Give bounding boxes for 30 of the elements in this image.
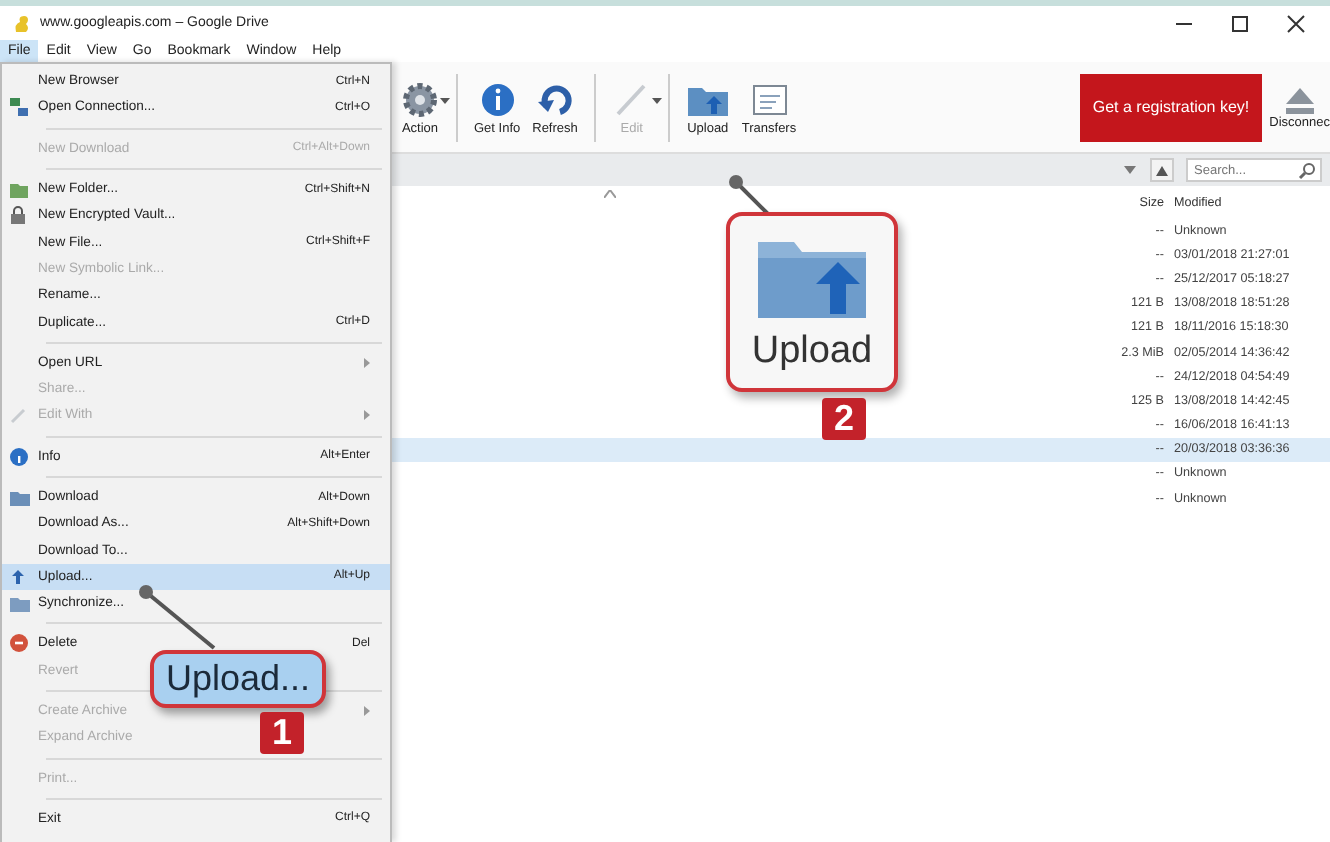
info-icon — [477, 80, 518, 120]
parent-folder-button[interactable] — [1150, 158, 1174, 182]
callout-label: Upload — [751, 330, 873, 374]
leader-line — [728, 174, 772, 216]
dropdown-caret-icon[interactable] — [1122, 164, 1138, 176]
folder-icon — [10, 489, 30, 505]
info-icon — [10, 447, 28, 466]
close-icon[interactable] — [1286, 13, 1306, 33]
step-number-badge: 2 — [822, 398, 866, 440]
pencil-icon — [10, 407, 26, 424]
up-arrow-icon — [1156, 165, 1168, 175]
gear-icon — [400, 80, 440, 120]
delete-icon — [10, 634, 28, 653]
step-number-badge: 1 — [260, 712, 304, 754]
folder-icon — [10, 181, 28, 198]
registration-button[interactable]: Get a registration key! — [1080, 73, 1262, 141]
upload-icon — [10, 568, 26, 585]
eject-icon — [1281, 84, 1318, 116]
caret-icon — [440, 98, 450, 104]
lock-icon — [10, 206, 26, 225]
folder-icon — [10, 595, 30, 612]
callout-label: Upload... — [150, 650, 327, 708]
search-icon — [1298, 162, 1316, 180]
transfers-icon — [749, 80, 789, 120]
refresh-icon — [535, 80, 575, 120]
caret-icon — [651, 98, 662, 104]
duck-icon — [12, 13, 32, 33]
network-icon — [10, 98, 28, 117]
maximize-icon[interactable] — [1230, 13, 1250, 33]
sort-caret-icon — [604, 190, 616, 198]
